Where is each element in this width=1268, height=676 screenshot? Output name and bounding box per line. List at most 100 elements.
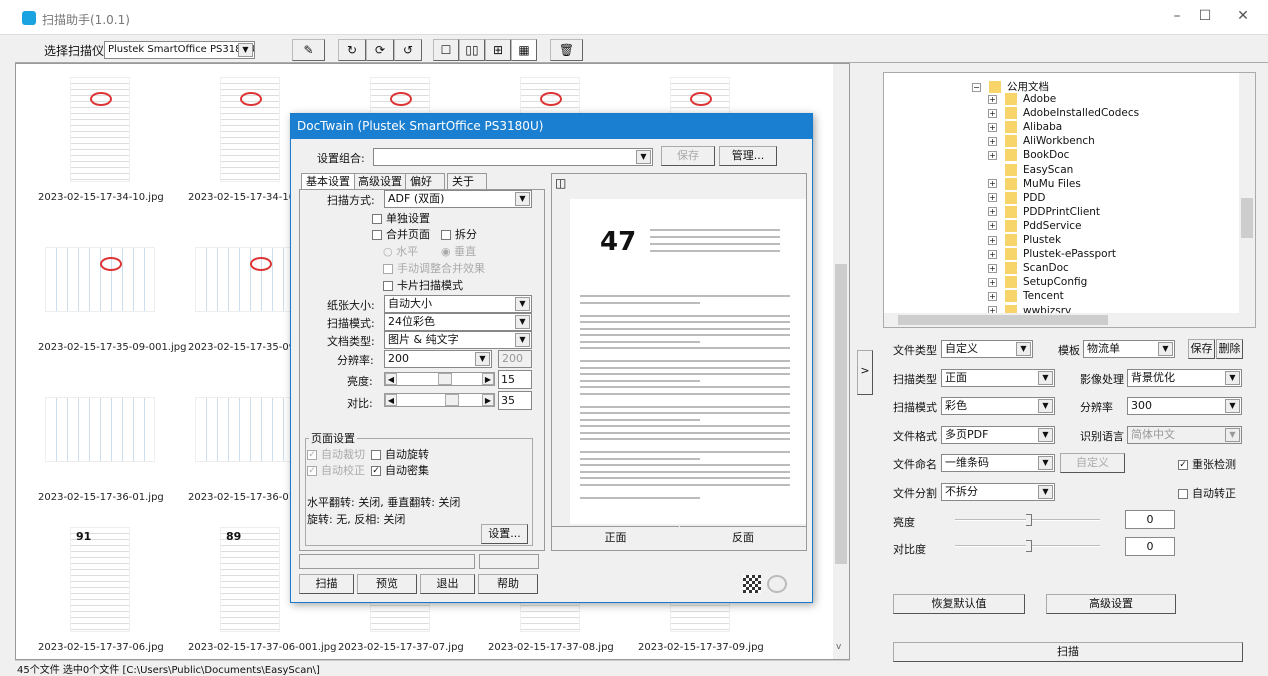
brightness-input[interactable]: 0 [1125,510,1175,529]
view-double-button[interactable]: ▯▯ [459,39,485,61]
resolution-select[interactable]: 200 ▼ [384,350,492,368]
scroll-down-icon[interactable]: v [836,642,841,652]
separate-checkbox[interactable]: 单独设置 [372,210,430,226]
tree-item[interactable]: + SetupConfig [988,276,1087,290]
tree-item[interactable]: + MuMu Files [988,177,1081,192]
arrow-right-icon[interactable]: ▶ [482,394,494,406]
file-split-select[interactable]: 不拆分 ▼ [941,483,1055,501]
scrollbar-thumb[interactable] [445,394,459,406]
tab-back[interactable]: 反面 [680,526,806,550]
arrow-left-icon[interactable]: ◀ [385,394,397,406]
tab-basic[interactable]: 基本设置 [301,173,355,189]
doc-type-select[interactable]: 图片 & 纯文字 ▼ [384,331,532,349]
brightness-scrollbar[interactable]: ◀ ▶ [384,372,495,386]
tree-item[interactable]: + PDD [988,191,1046,206]
ocr-language-select[interactable]: 简体中文 ▼ [1127,426,1242,444]
scrollbar-thumb[interactable] [835,264,847,564]
thumbnail-label[interactable]: 2023-02-15-17-37-07.jpg [338,642,464,653]
tree-item[interactable]: EasyScan [988,163,1073,178]
scan-mode-select[interactable]: 彩色 ▼ [941,397,1055,415]
thumbnail-label[interactable]: 2023-02-15-17-37-08.jpg [488,642,614,653]
reset-defaults-button[interactable]: 恢复默认值 [893,594,1025,614]
vertical-radio[interactable]: ◉ 垂直 [441,243,476,259]
thumbnail-label[interactable]: 2023-02-15-17-35-09-001.jpg [38,342,186,353]
contrast-scrollbar[interactable]: ◀ ▶ [384,393,495,407]
brightness-input[interactable]: 15 [498,370,532,389]
split-checkbox[interactable]: 拆分 [441,226,477,242]
auto-rotate-checkbox[interactable]: 自动旋转 [371,446,429,462]
file-naming-select[interactable]: 一维条码 ▼ [941,454,1055,472]
double-feed-checkbox[interactable]: ✓ 重张检测 [1178,456,1236,472]
folder-tree[interactable]: − 公用文档 + Adobe + AdobeInstalledCodecs + Alibab… [883,72,1256,328]
auto-deskew-checkbox[interactable]: 自动转正 [1178,485,1236,501]
thumbnail-label[interactable]: 2023-02-15-17-34-10.jpg [38,192,164,203]
file-format-select[interactable]: 多页PDF ▼ [941,426,1055,444]
view-thumbnail-button[interactable]: ▦ [511,39,537,61]
scrollbar-thumb[interactable] [438,373,452,385]
tree-item[interactable]: + Adobe [988,93,1056,107]
advanced-settings-button[interactable]: 高级设置 [1046,594,1176,614]
preset-select[interactable]: ▼ [373,148,653,166]
scanner-settings-icon[interactable] [743,575,761,593]
tree-item[interactable]: + Plustek [988,234,1061,248]
horizontal-radio[interactable]: ○ 水平 [383,243,418,259]
tree-item[interactable]: + PddService [988,219,1081,234]
rotate-left-button[interactable]: ↻ [338,39,366,61]
tab-front[interactable]: 正面 [552,526,679,550]
scan-method-select[interactable]: ADF (双面) ▼ [384,190,532,208]
preset-manage-button[interactable]: 管理... [719,146,777,166]
search-icon[interactable] [767,575,787,593]
tab-preferences[interactable]: 偏好 [405,173,445,189]
scan-button[interactable]: 扫描 [893,642,1243,662]
custom-naming-button[interactable]: 自定义 [1060,453,1125,473]
view-single-button[interactable]: ☐ [433,39,459,61]
tree-item[interactable]: + Tencent [988,290,1064,304]
file-type-select[interactable]: 自定义 ▼ [941,340,1033,358]
tree-item[interactable]: + Alibaba [988,121,1062,135]
thumbnail-image[interactable] [40,372,160,487]
tree-hscrollbar[interactable] [884,313,1255,327]
tree-item[interactable]: + ScanDoc [988,262,1069,276]
contrast-input[interactable]: 35 [498,391,532,410]
contrast-slider-thumb[interactable] [1026,540,1032,552]
brightness-slider-thumb[interactable] [1026,514,1032,526]
minimize-button[interactable]: – [1162,8,1192,30]
auto-density-checkbox[interactable]: ✓ 自动密集 [371,462,429,478]
card-mode-checkbox[interactable]: 卡片扫描模式 [383,277,463,293]
expand-button[interactable]: > [857,350,873,395]
contrast-input[interactable]: 0 [1125,537,1175,556]
merge-checkbox[interactable]: 合并页面 [372,226,430,242]
rotate-right-button[interactable]: ↺ [394,39,422,61]
tab-advanced[interactable]: 高级设置 [353,173,407,189]
edit-button[interactable]: ✎ [292,39,325,61]
resolution-select[interactable]: 300 ▼ [1127,397,1242,415]
thumbnail-label[interactable]: 2023-02-15-17-37-06.jpg [38,642,164,653]
delete-template-button[interactable]: 删除 [1216,339,1243,359]
thumbnail-image[interactable]: 91 [40,522,160,637]
page-settings-button[interactable]: 设置... [481,524,528,544]
scanner-select[interactable]: Plustek SmartOffice PS3180U ▼ [104,41,255,59]
dialog-exit-button[interactable]: 退出 [420,574,475,594]
image-processing-select[interactable]: 背景优化 ▼ [1127,369,1242,387]
delete-button[interactable]: 🗑 [550,39,583,61]
close-button[interactable]: ✕ [1228,8,1258,30]
resolution-custom-input[interactable]: 200 [498,350,532,368]
tree-root[interactable]: − 公用文档 [972,79,1049,93]
arrow-right-icon[interactable]: ▶ [482,373,494,385]
tree-item[interactable]: + PDDPrintClient [988,205,1100,220]
tree-item[interactable]: + AdobeInstalledCodecs [988,107,1139,121]
paper-size-select[interactable]: 自动大小 ▼ [384,295,532,313]
scrollbar-thumb[interactable] [898,315,1108,325]
maximize-button[interactable]: ☐ [1190,8,1220,30]
thumbnail-label[interactable]: 2023-02-15-17-37-06-001.jpg [188,642,336,653]
scan-type-select[interactable]: 正面 ▼ [941,369,1055,387]
view-grid-button[interactable]: ⊞ [485,39,511,61]
tree-item[interactable]: + Plustek-ePassport [988,248,1116,262]
rotate-180-button[interactable]: ⟳ [366,39,394,61]
scrollbar-thumb[interactable] [1241,198,1253,238]
template-select[interactable]: 物流单 ▼ [1083,340,1175,358]
dialog-preview-button[interactable]: 预览 [357,574,417,594]
manual-merge-checkbox[interactable]: 手动调整合并效果 [383,260,485,276]
save-template-button[interactable]: 保存 [1188,339,1215,359]
auto-crop-checkbox[interactable]: ✓ 自动裁切 [307,446,365,462]
